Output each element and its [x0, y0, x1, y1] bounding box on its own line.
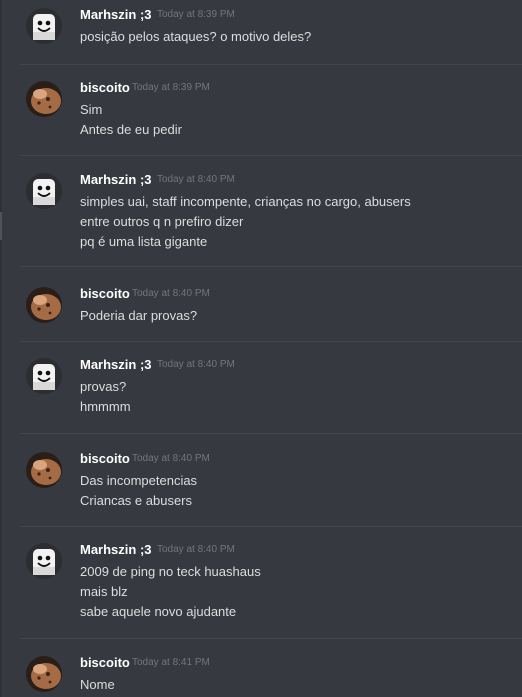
message-line: Nome — [80, 677, 115, 692]
message-author[interactable]: biscoito — [80, 451, 130, 466]
message-divider — [20, 266, 522, 267]
message-author[interactable]: Marhszin ;3 — [80, 357, 152, 372]
message-author[interactable]: biscoito — [80, 80, 130, 95]
message-author[interactable]: Marhszin ;3 — [80, 542, 152, 557]
message-line: sabe aquele novo ajudante — [80, 604, 237, 619]
message-line: Poderia dar provas? — [80, 308, 198, 323]
cookie-avatar-icon[interactable] — [26, 656, 62, 692]
message-timestamp: Today at 8:41 PM — [132, 657, 210, 668]
message-line: Antes de eu pedir — [80, 122, 182, 137]
cookie-avatar-icon[interactable] — [26, 81, 62, 117]
message-timestamp: Today at 8:40 PM — [132, 453, 210, 464]
message-line: 2009 de ping no teck huashaus — [80, 564, 261, 579]
marshmello-avatar-icon[interactable] — [26, 173, 62, 209]
message-divider — [20, 155, 522, 156]
message-line: pq é uma lista gigante — [80, 234, 208, 249]
sidebar-edge — [0, 0, 2, 697]
message-line: Sim — [80, 102, 103, 117]
message-author[interactable]: Marhszin ;3 — [80, 172, 152, 187]
cookie-avatar-icon[interactable] — [26, 452, 62, 488]
message-line: simples uai, staff incompente, crianças … — [80, 194, 411, 209]
message-divider — [20, 64, 522, 65]
message-line: posição pelos ataques? o motivo deles? — [80, 29, 312, 44]
cookie-avatar-icon[interactable] — [26, 287, 62, 323]
message-author[interactable]: biscoito — [80, 286, 130, 301]
message-author[interactable]: Marhszin ;3 — [80, 7, 152, 22]
message-timestamp: Today at 8:40 PM — [157, 174, 235, 185]
message-line: mais blz — [80, 584, 128, 599]
message-line: provas? — [80, 379, 127, 394]
message-divider — [20, 433, 522, 434]
message-divider — [20, 526, 522, 527]
scroll-marker — [0, 212, 2, 240]
message-line: entre outros q n prefiro dizer — [80, 214, 244, 229]
message-line: Criancas e abusers — [80, 493, 192, 508]
message-timestamp: Today at 8:40 PM — [132, 288, 210, 299]
message-line: Das incompetencias — [80, 473, 198, 488]
message-divider — [20, 341, 522, 342]
message-line: hmmmm — [80, 399, 131, 414]
marshmello-avatar-icon[interactable] — [26, 543, 62, 579]
message-timestamp: Today at 8:40 PM — [157, 359, 235, 370]
marshmello-avatar-icon[interactable] — [26, 358, 62, 394]
message-timestamp: Today at 8:40 PM — [157, 544, 235, 555]
message-timestamp: Today at 8:39 PM — [157, 9, 235, 20]
message-timestamp: Today at 8:39 PM — [132, 82, 210, 93]
message-divider — [20, 638, 522, 639]
marshmello-avatar-icon[interactable] — [26, 8, 62, 44]
message-author[interactable]: biscoito — [80, 655, 130, 670]
chat-message-list: Marhszin ;3 Today at 8:39 PM posição pel… — [0, 0, 522, 697]
